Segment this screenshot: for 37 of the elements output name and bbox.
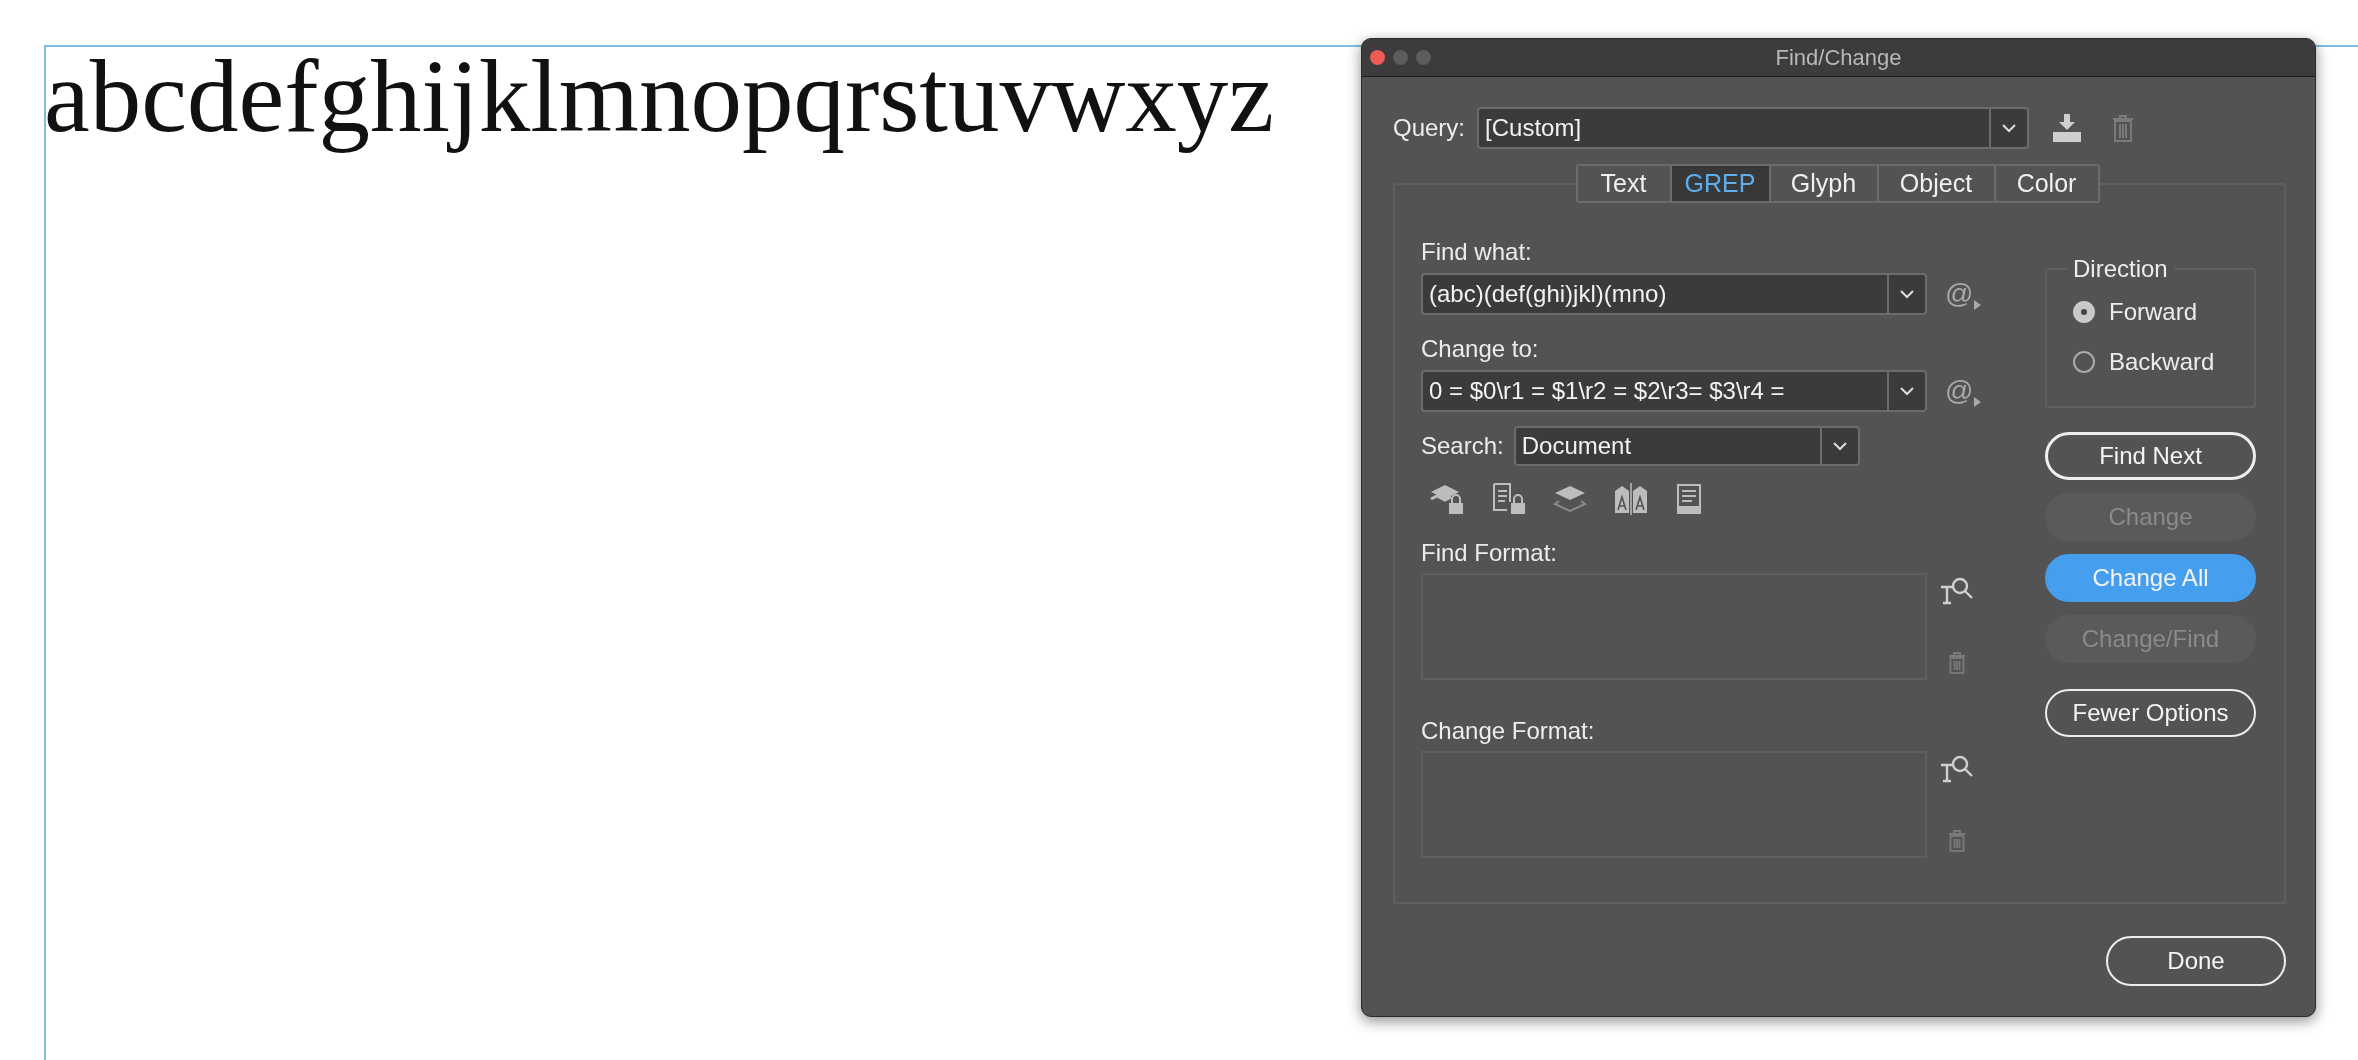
tab[interactable]: GREP [1669, 166, 1769, 201]
chevron-down-icon [1899, 386, 1915, 396]
locked-document-icon[interactable] [1491, 483, 1527, 515]
download-tray-icon[interactable] [2051, 114, 2084, 142]
field-label: Find Format: [1421, 539, 1559, 567]
radio-button[interactable] [2073, 351, 2095, 373]
layers-icon[interactable] [1553, 484, 1587, 514]
group-title: Direction [2072, 255, 2169, 283]
chevron-down-icon [1831, 441, 1848, 451]
document-text: abcdefghijklmnopqrstuvwxyz [44, 38, 1274, 155]
type-search-icon[interactable] [1940, 577, 1974, 605]
query-label: Query: [1393, 114, 1466, 142]
field-label: Change Format: [1421, 717, 1596, 745]
locked-layers-icon[interactable] [1429, 483, 1465, 515]
field-label: Change to: [1421, 335, 1540, 363]
query-dropdown[interactable]: [Custom] [1477, 107, 2030, 149]
split-text-icon[interactable] [1613, 483, 1649, 515]
dialog-button[interactable]: Fewer Options [2045, 689, 2256, 737]
done-button[interactable]: Done [2106, 936, 2286, 986]
field-label: Find what: [1421, 238, 1533, 266]
document-lines-icon[interactable] [1675, 483, 1703, 515]
search-label: Search: [1421, 432, 1504, 460]
radio-label[interactable]: Backward [2109, 348, 2215, 376]
find-what-field[interactable]: (abc)(def(ghi)jkl)(mno) [1421, 273, 1927, 315]
menu-triangle-icon [1974, 397, 1982, 407]
radio-label[interactable]: Forward [2109, 298, 2198, 326]
tab[interactable]: Color [1993, 166, 2098, 201]
dialog-button[interactable]: Find Next [2045, 432, 2256, 480]
menu-triangle-icon [1974, 300, 1982, 310]
window-title: Find/Change [1775, 44, 1902, 71]
chevron-down-icon [2001, 123, 2018, 133]
close-button[interactable] [1370, 50, 1385, 65]
search-dropdown[interactable]: Document [1513, 426, 1860, 466]
radio-button[interactable] [2073, 301, 2095, 323]
chevron-down-icon [1899, 289, 1915, 299]
type-search-icon[interactable] [1940, 755, 1974, 783]
change-to-field[interactable]: 0 = $0\r1 = $1\r2 = $2\r3= $3\r4 = [1421, 370, 1927, 412]
